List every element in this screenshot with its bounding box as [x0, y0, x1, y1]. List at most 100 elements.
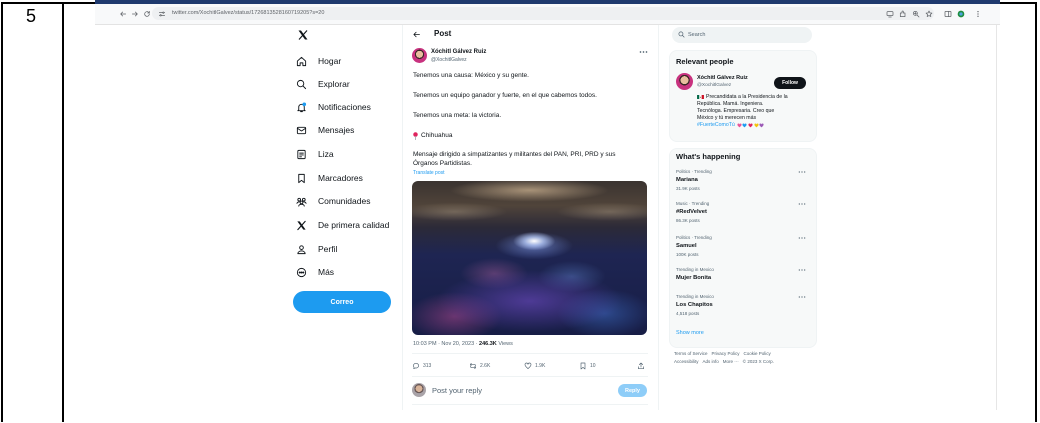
post-views-label: Views [496, 341, 513, 347]
nav-item-marcadores[interactable]: Marcadores [296, 172, 363, 184]
more-options-icon[interactable] [639, 50, 648, 54]
nav-item-perfil[interactable]: Perfil [296, 243, 337, 255]
post-image[interactable] [412, 181, 647, 335]
x-logo-icon [297, 220, 306, 230]
trend-post-count: 31.9K posts [676, 186, 700, 191]
reply-input[interactable]: Post your reply [432, 386, 482, 395]
trend-name[interactable]: Mariana [676, 177, 698, 183]
heart-emoji-icon [753, 123, 759, 127]
nav-item-label: Perfil [318, 244, 338, 254]
trend-more-icon[interactable] [798, 268, 806, 272]
trend-context: Politics · Trending [676, 169, 712, 174]
row-number: 5 [26, 6, 37, 26]
nav-item-label: Hogar [318, 56, 342, 66]
relevant-person-handle[interactable]: @XochitlGalvez [697, 83, 731, 88]
post-text-line: Tenemos una causa: México y su gente. [413, 72, 529, 79]
nav-item-mensajes[interactable]: Mensajes [296, 124, 354, 136]
search-icon [296, 79, 307, 89]
zoom-icon[interactable] [912, 10, 920, 18]
url-text[interactable]: twitter.com/XochitlGalvez/status/1726813… [172, 10, 324, 16]
trend-more-icon[interactable] [798, 170, 806, 174]
footer-link-privacy[interactable]: Privacy Policy [712, 351, 740, 356]
relevant-people-title: Relevant people [676, 57, 734, 66]
bell-icon [297, 101, 307, 112]
trend-context: Politics · Trending [676, 235, 712, 240]
trend-post-count: 4,518 posts [676, 311, 700, 316]
reply-button[interactable]: Reply [618, 384, 647, 397]
footer-link-accessibility[interactable]: Accessibility [674, 359, 699, 364]
post-text-line: Órganos Partidistas. [413, 160, 472, 167]
page-scrollbar[interactable] [996, 25, 997, 410]
bookmark-star-icon[interactable] [925, 10, 933, 18]
home-icon [296, 56, 307, 66]
browser-menu-icon[interactable] [974, 10, 982, 18]
search-placeholder: Search [688, 32, 706, 38]
author-name[interactable]: Xóchitl Gálvez Ruiz [431, 49, 486, 55]
post-text-line: Tenemos una meta: la victoria. [413, 112, 502, 119]
post-metadata: 10:03 PM · Nov 20, 2023 · 246.3K Views [413, 341, 513, 347]
post-timestamp[interactable]: 10:03 PM · Nov 20, 2023 · [413, 341, 479, 347]
side-panel-icon[interactable] [944, 10, 952, 18]
nav-item-premium[interactable]: De primera calidad [296, 219, 389, 231]
heart-emoji-icon [759, 123, 764, 127]
footer-link-ads-info[interactable]: Ads info [703, 359, 719, 364]
document-page: 5 twitter.com/XochitlGalvez/status/17268… [0, 0, 1040, 423]
install-app-icon[interactable] [886, 10, 894, 18]
reload-icon[interactable] [143, 10, 151, 18]
nav-item-mas[interactable]: Más [296, 266, 334, 278]
bookmark-icon[interactable] [579, 362, 587, 370]
trend-name[interactable]: Mujer Bonita [676, 275, 711, 281]
trend-name[interactable]: Samuel [676, 243, 697, 249]
search-icon [678, 31, 685, 38]
footer-copyright: © 2023 X Corp. [742, 359, 774, 364]
nav-item-notificaciones[interactable]: Notificaciones [296, 101, 371, 113]
post-text-line: Mensaje dirigido a simpatizantes y milit… [413, 151, 616, 158]
pin-icon [413, 132, 418, 140]
nav-item-label: Liza [318, 149, 334, 159]
browser-profile-avatar[interactable] [957, 10, 965, 18]
reply-icon[interactable] [412, 362, 420, 370]
post-button[interactable]: Correo [293, 291, 391, 313]
back-arrow-icon[interactable] [119, 10, 127, 18]
nav-item-hogar[interactable]: Hogar [296, 55, 341, 67]
trend-name[interactable]: #RedVelvet [676, 209, 707, 215]
author-avatar[interactable] [412, 48, 427, 63]
x-logo-icon[interactable] [297, 29, 309, 41]
bio-line: #FuerteComoTú [697, 122, 765, 128]
relevant-person-avatar[interactable] [676, 73, 693, 90]
footer-link-more[interactable]: More ··· [723, 359, 739, 364]
list-icon [297, 149, 306, 159]
like-heart-icon[interactable] [524, 362, 532, 370]
follow-button[interactable]: Follow [774, 77, 806, 89]
nav-item-liza[interactable]: Liza [296, 148, 334, 160]
bio-hashtag[interactable]: #FuerteComoTú [697, 122, 735, 128]
share-icon[interactable] [637, 362, 645, 370]
trend-more-icon[interactable] [798, 236, 806, 240]
divider [412, 353, 648, 354]
forward-arrow-icon[interactable] [131, 10, 139, 18]
nav-item-label: Explorar [318, 79, 350, 89]
bookmark-count: 10 [590, 363, 596, 369]
like-count: 1.9K [535, 363, 546, 369]
footer-link-terms[interactable]: Terms of Service [674, 351, 708, 356]
trend-context: Trending in Mexico [676, 267, 714, 272]
repost-icon[interactable] [469, 362, 477, 370]
site-settings-icon[interactable] [158, 10, 166, 18]
trend-more-icon[interactable] [798, 202, 806, 206]
nav-item-comunidades[interactable]: Comunidades [296, 195, 370, 207]
person-icon [297, 244, 306, 254]
extension-icon[interactable] [899, 10, 907, 18]
back-arrow-icon[interactable] [412, 30, 421, 39]
author-handle[interactable]: @XochitlGalvez [431, 57, 467, 63]
heart-emoji-icon [737, 123, 742, 127]
post-location: Chihuahua [421, 132, 453, 139]
translate-post-link[interactable]: Translate post [413, 170, 445, 176]
nav-item-explorar[interactable]: Explorar [296, 78, 350, 90]
show-more-link[interactable]: Show more [676, 330, 704, 336]
communities-icon [296, 197, 307, 207]
footer-link-cookies[interactable]: Cookie Policy [744, 351, 771, 356]
relevant-person-name[interactable]: Xóchitl Gálvez Ruiz [697, 75, 748, 81]
trend-more-icon[interactable] [798, 295, 806, 299]
trend-name[interactable]: Los Chapitos [676, 302, 713, 308]
current-user-avatar[interactable] [412, 383, 426, 397]
